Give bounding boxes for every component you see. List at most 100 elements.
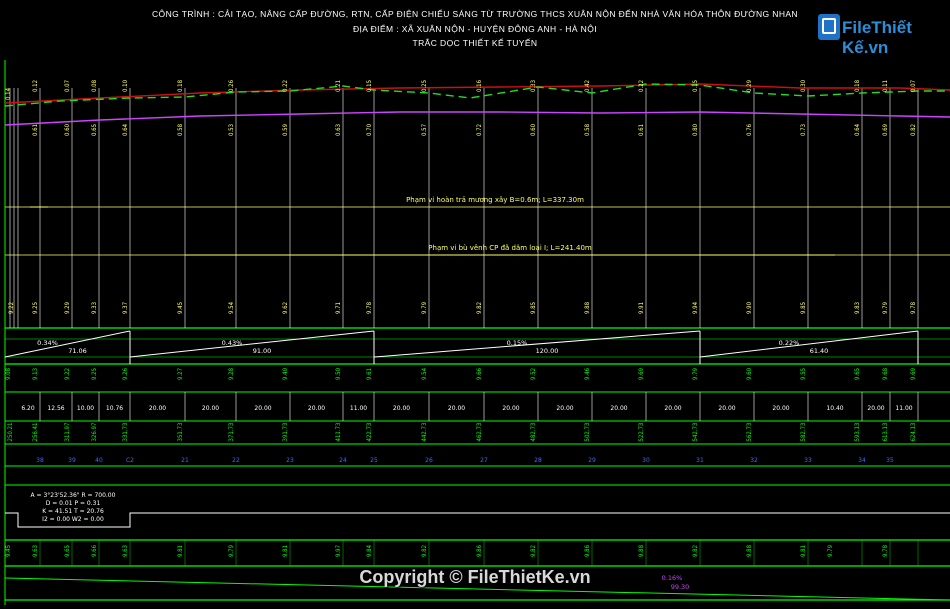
station-elevation-label: 9.85 bbox=[530, 302, 537, 314]
station-id-label: 22 bbox=[232, 457, 240, 464]
segment-distance-label: 20.00 bbox=[610, 405, 627, 412]
design-elevation-label: 9.22 bbox=[64, 368, 71, 380]
cumulative-distance-label: 331.73 bbox=[122, 423, 129, 442]
mid-elevation-label: 0.64 bbox=[122, 123, 129, 136]
profile-drawing: 0.12 0.61 9.25 9.13 256.41 12.56 38 0.07 0.60 9.2… bbox=[4, 60, 950, 605]
copyright-watermark: Copyright © FileThietKe.vn bbox=[359, 567, 591, 587]
segment-distance-label: 20.00 bbox=[448, 405, 465, 412]
mid-elevation-label: 0.58 bbox=[177, 123, 184, 136]
station-id-label: 33 bbox=[804, 457, 812, 464]
cumulative-distance-label: 391.73 bbox=[282, 423, 289, 442]
design-elevation-label: 9.65 bbox=[854, 368, 861, 380]
cumulative-distance-label: 256.41 bbox=[32, 423, 39, 442]
bottom-elevation-label: 9.97 bbox=[335, 545, 342, 557]
design-elevation-label: 9.27 bbox=[177, 368, 184, 380]
design-elevation-label: 9.61 bbox=[366, 368, 373, 380]
station-id-label: 26 bbox=[425, 457, 433, 464]
top-elevation-label: 0.11 bbox=[882, 80, 889, 92]
bottom-elevation-label: 9.82 bbox=[421, 545, 428, 557]
design-elevation-label: 9.50 bbox=[335, 367, 342, 380]
slope-length-label: 61.40 bbox=[810, 347, 829, 355]
mid-elevation-label: 0.60 bbox=[530, 123, 537, 136]
left-distance-label: 6.20 bbox=[21, 405, 35, 412]
design-elevation-label: 9.46 bbox=[584, 367, 591, 380]
slope-percent-label: 0.43% bbox=[222, 339, 243, 347]
station-elevation-label: 9.78 bbox=[366, 301, 373, 314]
design-elevation-label: 9.25 bbox=[91, 368, 98, 380]
mid-elevation-label: 0.58 bbox=[584, 123, 591, 136]
station-id-label: 29 bbox=[588, 457, 596, 464]
top-elevation-label: 0.12 bbox=[32, 80, 39, 92]
bottom-elevation-label: 9.81 bbox=[282, 545, 289, 557]
top-elevation-label: 0.22 bbox=[638, 80, 645, 92]
mid-elevation-label: 0.80 bbox=[692, 123, 699, 136]
segment-distance-label: 20.00 bbox=[202, 405, 219, 412]
slope-length-label: 120.00 bbox=[536, 347, 559, 355]
top-elevation-label: 0.18 bbox=[854, 79, 861, 92]
design-elevation-label: 9.68 bbox=[882, 367, 889, 380]
mid-elevation-label: 0.53 bbox=[228, 124, 235, 136]
segment-distance-label: 11.00 bbox=[895, 405, 912, 412]
cumulative-distance-label: 442.73 bbox=[421, 423, 428, 442]
top-elevation-label: 0.16 bbox=[476, 79, 483, 92]
top-elevation-label: 0.07 bbox=[64, 80, 71, 92]
design-elevation-label: 9.55 bbox=[800, 368, 807, 380]
cumulative-distance-label: 502.73 bbox=[584, 423, 591, 442]
segment-distance-label: 20.00 bbox=[393, 405, 410, 412]
cumulative-distance-label: 542.73 bbox=[692, 423, 699, 442]
mid-elevation-label: 0.61 bbox=[638, 124, 645, 136]
bottom-elevation-label: 9.82 bbox=[530, 545, 537, 557]
segment-distance-label: 10.40 bbox=[826, 405, 843, 412]
station-elevation-label: 9.91 bbox=[638, 302, 645, 314]
curve-table: A = 3°23'52.36" R = 700.00D = 0.01 P = 0… bbox=[5, 492, 950, 528]
station-elevation-label: 9.71 bbox=[335, 302, 342, 314]
cumulative-distance-label: 562.73 bbox=[746, 423, 753, 442]
segment-distance-label: 12.56 bbox=[47, 405, 64, 412]
mid-elevation-label: 0.61 bbox=[32, 124, 39, 136]
station-elevation-label: 9.79 bbox=[421, 301, 428, 314]
bottom-elevation-label: 9.84 bbox=[366, 544, 373, 557]
segment-distance-label: 10.00 bbox=[77, 405, 94, 412]
station-id-label: 35 bbox=[886, 457, 894, 464]
design-elevation-label: 9.28 bbox=[228, 367, 235, 380]
station-id-label: 40 bbox=[95, 457, 103, 464]
station-elevation-label: 9.37 bbox=[122, 302, 129, 314]
station-elevation-label: 9.83 bbox=[854, 302, 861, 314]
mid-elevation-label: 0.73 bbox=[800, 124, 807, 136]
range-annotations: Phạm vi hoàn trả mương xây B=0.6m; L=337… bbox=[30, 196, 835, 256]
top-elevation-label: 0.33 bbox=[530, 80, 537, 92]
station-elevation-label: 9.78 bbox=[910, 301, 917, 314]
bottom-elevation-label: 9.63 bbox=[32, 545, 39, 557]
range1-text: Phạm vi hoàn trả mương xây B=0.6m; L=337… bbox=[406, 196, 584, 204]
cumulative-distance-label: 462.73 bbox=[476, 423, 483, 442]
slope-length-label: 91.00 bbox=[253, 347, 272, 355]
station-elevation-label: 9.25 bbox=[32, 302, 39, 314]
bottom-elevation-label: 9.63 bbox=[122, 545, 129, 557]
cumulative-distance-label: 624.13 bbox=[910, 423, 917, 442]
bottom-elevation-label: 9.79 bbox=[827, 544, 834, 557]
station-verticals bbox=[9, 88, 919, 566]
bottom-elevation-label: 9.81 bbox=[177, 545, 184, 557]
top-elevation-label: 0.30 bbox=[800, 79, 807, 92]
design-elevation-label: 9.66 bbox=[476, 367, 483, 380]
mid-elevation-label: 0.70 bbox=[366, 123, 373, 136]
segment-distance-label: 20.00 bbox=[664, 405, 681, 412]
cumulative-distance-label: 482.73 bbox=[530, 423, 537, 442]
curve-param-label: D = 0.01 P = 0.31 bbox=[46, 500, 101, 507]
cumulative-distance-label: 593.13 bbox=[854, 423, 861, 442]
bottom-elevation-label: 9.78 bbox=[882, 544, 889, 557]
station-id-label: C2 bbox=[126, 457, 134, 464]
design-elevation-label: 9.54 bbox=[421, 367, 428, 380]
design-elevation-label: 9.69 bbox=[910, 367, 917, 380]
left-station-elevation-label: 9.22 bbox=[8, 302, 15, 314]
station-id-label: 30 bbox=[642, 457, 650, 464]
mid-elevation-label: 0.64 bbox=[854, 123, 861, 136]
segment-distance-label: 20.00 bbox=[772, 405, 789, 412]
mid-elevation-label: 0.69 bbox=[882, 123, 889, 136]
station-elevation-label: 9.90 bbox=[746, 301, 753, 314]
segment-distance-label: 11.00 bbox=[350, 405, 367, 412]
cumulative-distance-label: 613.13 bbox=[882, 423, 889, 442]
cumulative-distance-label: 311.97 bbox=[64, 423, 71, 442]
segment-distance-label: 10.76 bbox=[106, 405, 123, 412]
segment-distance-label: 20.00 bbox=[556, 405, 573, 412]
